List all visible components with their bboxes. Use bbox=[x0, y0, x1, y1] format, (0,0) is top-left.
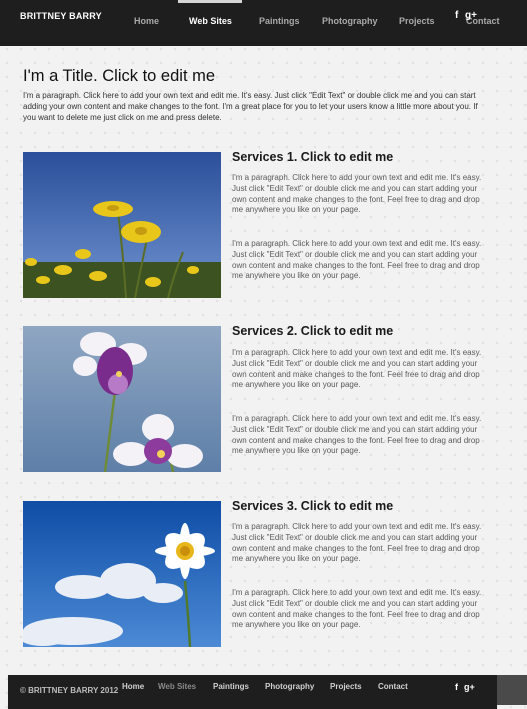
yellow-flowers-photo bbox=[23, 152, 221, 298]
service-2-paragraph-1: I'm a paragraph. Click here to add your … bbox=[232, 348, 482, 390]
footer-facebook-icon[interactable]: f bbox=[455, 682, 458, 692]
facebook-icon[interactable]: f bbox=[455, 10, 458, 21]
nav-home[interactable]: Home bbox=[134, 16, 159, 26]
service-2-paragraph-2: I'm a paragraph. Click here to add your … bbox=[232, 414, 482, 456]
footer-nav-photography[interactable]: Photography bbox=[265, 682, 314, 691]
service-3-paragraph-2: I'm a paragraph. Click here to add your … bbox=[232, 588, 482, 630]
google-plus-icon[interactable]: g+ bbox=[465, 10, 477, 21]
service-3-paragraph-1: I'm a paragraph. Click here to add your … bbox=[232, 522, 482, 564]
daisy-sky-photo bbox=[23, 501, 221, 647]
service-1-image bbox=[23, 152, 221, 298]
nav-projects[interactable]: Projects bbox=[399, 16, 435, 26]
footer-google-plus-icon[interactable]: g+ bbox=[464, 682, 475, 692]
brand-text: BRITTNEY BARRY bbox=[20, 11, 102, 21]
service-1-title: Services 1. Click to edit me bbox=[232, 150, 394, 164]
footer-nav-web-sites[interactable]: Web Sites bbox=[158, 682, 196, 691]
page-title: I'm a Title. Click to edit me bbox=[23, 67, 216, 85]
intro-paragraph: I'm a paragraph. Click here to add your … bbox=[23, 91, 478, 122]
service-1-paragraph-2: I'm a paragraph. Click here to add your … bbox=[232, 239, 482, 281]
service-1-paragraph-1: I'm a paragraph. Click here to add your … bbox=[232, 173, 482, 215]
service-3-image bbox=[23, 501, 221, 647]
active-nav-indicator bbox=[178, 0, 242, 3]
footer-nav-contact[interactable]: Contact bbox=[378, 682, 408, 691]
footer-nav-projects[interactable]: Projects bbox=[330, 682, 362, 691]
footer-nav-paintings[interactable]: Paintings bbox=[213, 682, 249, 691]
footer-copyright: © BRITTNEY BARRY 2012 bbox=[20, 686, 119, 695]
nav-photography[interactable]: Photography bbox=[322, 16, 378, 26]
footer-nav-home[interactable]: Home bbox=[122, 682, 144, 691]
footer-accent-block bbox=[497, 675, 527, 705]
nav-paintings[interactable]: Paintings bbox=[259, 16, 300, 26]
nav-web-sites[interactable]: Web Sites bbox=[189, 16, 232, 26]
site-brand[interactable]: BRITTNEY BARRY bbox=[20, 11, 102, 21]
service-2-title: Services 2. Click to edit me bbox=[232, 324, 394, 338]
service-2-image bbox=[23, 326, 221, 472]
service-3-title: Services 3. Click to edit me bbox=[232, 499, 394, 513]
purple-flowers-photo bbox=[23, 326, 221, 472]
